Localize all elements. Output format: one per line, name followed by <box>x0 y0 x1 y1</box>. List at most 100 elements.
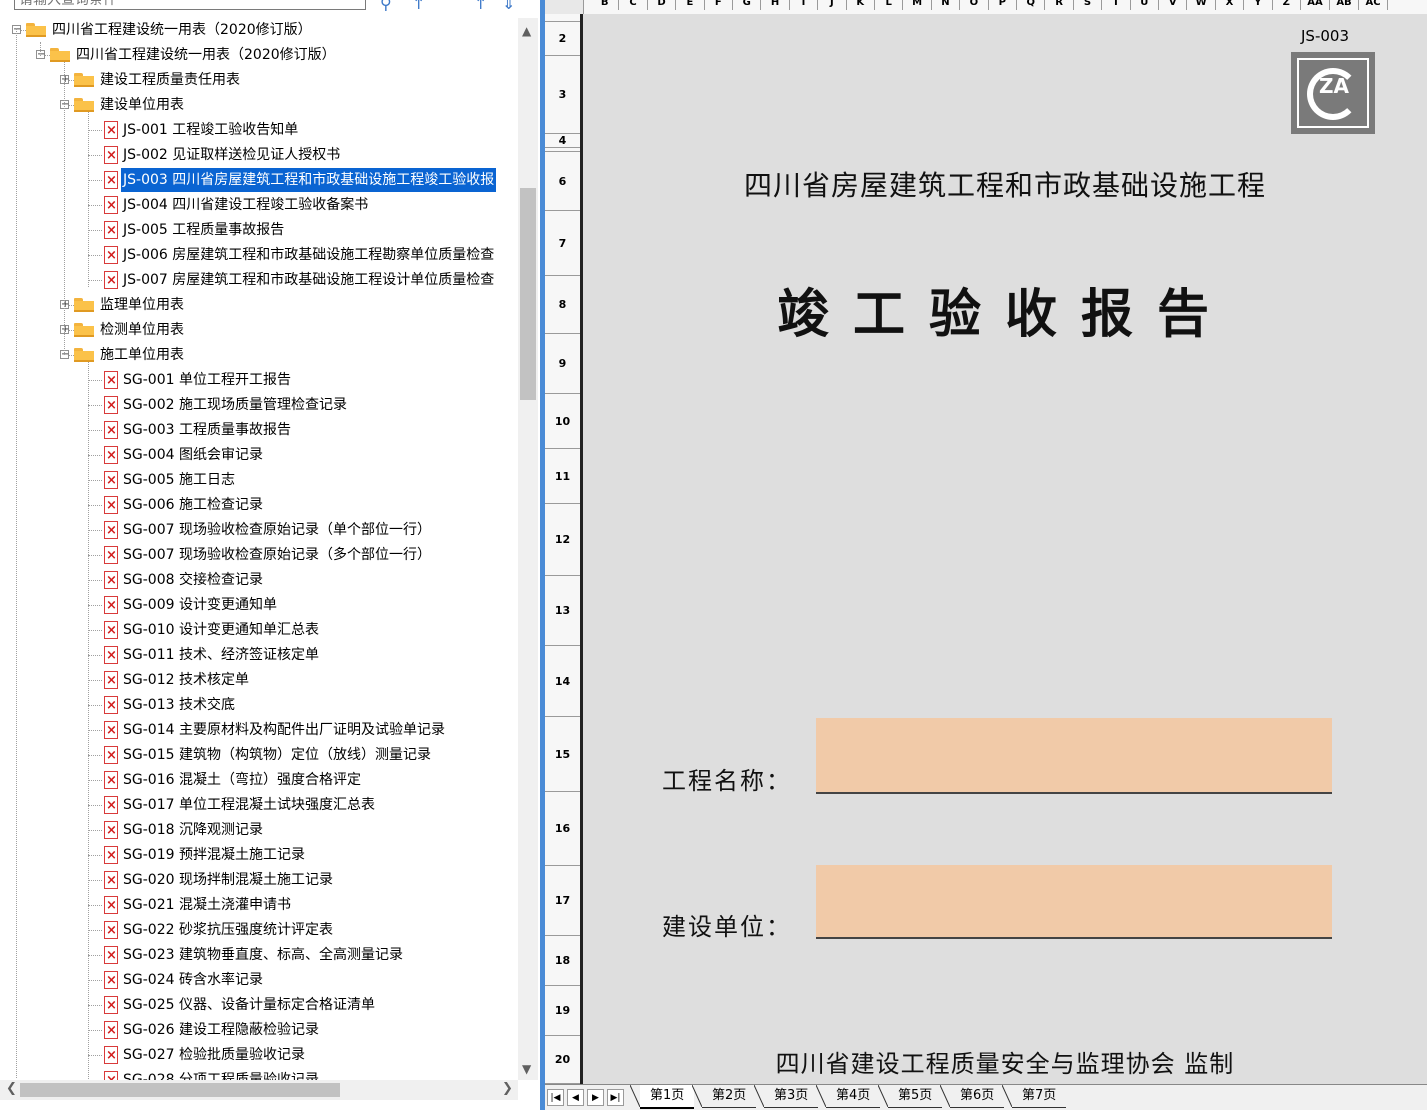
column-header-cell[interactable]: G <box>733 0 762 10</box>
tree-file-item[interactable]: SG-008 交接检查记录 <box>0 568 518 593</box>
row-header-cell[interactable]: 18 <box>545 936 580 986</box>
tree-file-item[interactable]: SG-021 混凝土浇灌申请书 <box>0 893 518 918</box>
column-header-cell[interactable]: Y <box>1244 0 1273 10</box>
arrow-down-icon[interactable]: ⇓ <box>502 0 515 13</box>
row-header-cell[interactable]: 17 <box>545 866 580 936</box>
sheet-tab[interactable]: 第1页 <box>640 1085 695 1109</box>
tree-file-item[interactable]: SG-025 仪器、设备计量标定合格证清单 <box>0 993 518 1018</box>
tree-file-item[interactable]: SG-010 设计变更通知单汇总表 <box>0 618 518 643</box>
scroll-left-icon[interactable]: ❮ <box>6 1081 17 1096</box>
column-header-cell[interactable]: J <box>818 0 847 10</box>
tree-file-item[interactable]: SG-016 混凝土（弯拉）强度合格评定 <box>0 768 518 793</box>
tree-file-item[interactable]: SG-007 现场验收检查原始记录（多个部位一行） <box>0 543 518 568</box>
tree-file-item[interactable]: SG-013 技术交底 <box>0 693 518 718</box>
builder-unit-field[interactable] <box>816 865 1332 939</box>
row-header-cell[interactable]: 8 <box>545 276 580 334</box>
row-header-cell[interactable]: 11 <box>545 449 580 504</box>
sheet-tab[interactable]: 第7页 <box>1012 1085 1067 1108</box>
tree-file-item[interactable]: SG-027 检验批质量验收记录 <box>0 1043 518 1068</box>
tree-file-item[interactable]: SG-023 建筑物垂直度、标高、全高测量记录 <box>0 943 518 968</box>
project-name-field[interactable] <box>816 718 1332 794</box>
column-header-cell[interactable]: F <box>705 0 733 10</box>
column-header-cell[interactable]: AB <box>1330 0 1359 10</box>
row-header-cell[interactable]: 2 <box>545 22 580 56</box>
sheet-tab[interactable]: 第4页 <box>826 1085 881 1108</box>
tree-folder-item[interactable]: + 监理单位用表 <box>0 293 518 318</box>
tree-file-item[interactable]: JS-006 房屋建筑工程和市政基础设施工程勘察单位质量检查 <box>0 243 518 268</box>
tree-folder-item[interactable]: + 检测单位用表 <box>0 318 518 343</box>
row-header-cell[interactable]: 3 <box>545 56 580 134</box>
scroll-down-icon[interactable]: ▼ <box>522 1062 531 1076</box>
column-header-cell[interactable]: M <box>903 0 932 10</box>
row-header-cell[interactable]: 20 <box>545 1036 580 1084</box>
tree-vertical-scrollbar[interactable]: ▲ ▼ <box>518 18 538 1080</box>
row-header-cell[interactable]: 10 <box>545 394 580 449</box>
tree-file-item[interactable]: SG-007 现场验收检查原始记录（单个部位一行） <box>0 518 518 543</box>
tree-file-item[interactable]: SG-004 图纸会审记录 <box>0 443 518 468</box>
tree-file-item[interactable]: JS-002 见证取样送检见证人授权书 <box>0 143 518 168</box>
prev-sheet-icon[interactable]: ◀ <box>567 1089 584 1106</box>
column-header-cell[interactable]: Z <box>1273 0 1301 10</box>
tree-folder-item[interactable]: + 建设工程质量责任用表 <box>0 68 518 93</box>
tree-file-item[interactable]: JS-007 房屋建筑工程和市政基础设施工程设计单位质量检查 <box>0 268 518 293</box>
tree-file-item[interactable]: SG-026 建设工程隐蔽检验记录 <box>0 1018 518 1043</box>
row-header-cell[interactable]: 13 <box>545 576 580 646</box>
tree-folder-item[interactable]: − 四川省工程建设统一用表（2020修订版） <box>0 43 518 68</box>
column-header-cell[interactable]: P <box>989 0 1017 10</box>
tree-folder-item[interactable]: − 四川省工程建设统一用表（2020修订版） <box>0 18 518 43</box>
column-header-cell[interactable]: B <box>591 0 620 10</box>
select-all-corner[interactable] <box>545 0 584 14</box>
tree-file-item[interactable]: SG-020 现场拌制混凝土施工记录 <box>0 868 518 893</box>
row-header-cell[interactable]: 6 <box>545 152 580 211</box>
column-header-cell[interactable]: W <box>1187 0 1216 10</box>
tree-file-item[interactable]: SG-017 单位工程混凝土试块强度汇总表 <box>0 793 518 818</box>
row-header-cell[interactable] <box>545 14 580 22</box>
tree-file-item[interactable]: SG-028 分项工程质量验收记录 <box>0 1068 518 1080</box>
column-header-cell[interactable]: AA <box>1301 0 1330 10</box>
tree-file-item[interactable]: SG-024 砖含水率记录 <box>0 968 518 993</box>
tree-file-item[interactable]: SG-009 设计变更通知单 <box>0 593 518 618</box>
tree-folder-item[interactable]: − 施工单位用表 <box>0 343 518 368</box>
first-sheet-icon[interactable]: |◀ <box>547 1089 564 1106</box>
tree-folder-item[interactable]: − 建设单位用表 <box>0 93 518 118</box>
column-header-cell[interactable]: AC <box>1359 0 1388 10</box>
tree-file-item[interactable]: SG-019 预拌混凝土施工记录 <box>0 843 518 868</box>
column-header-cell[interactable]: U <box>1131 0 1159 10</box>
sheet-tab[interactable]: 第3页 <box>764 1085 819 1108</box>
column-header-cell[interactable]: X <box>1216 0 1245 10</box>
tree-file-item[interactable]: SG-006 施工检查记录 <box>0 493 518 518</box>
column-header-cell[interactable]: Q <box>1017 0 1046 10</box>
last-sheet-icon[interactable]: ▶| <box>607 1089 624 1106</box>
row-header-cell[interactable]: 15 <box>545 717 580 792</box>
column-header-cell[interactable]: O <box>960 0 989 10</box>
search-input[interactable] <box>14 0 366 10</box>
column-header-cell[interactable]: V <box>1159 0 1188 10</box>
arrow-up-icon[interactable]: ↑ <box>474 0 487 13</box>
scroll-up-icon[interactable]: ▲ <box>522 24 531 38</box>
sheet-tab[interactable]: 第2页 <box>702 1085 757 1108</box>
next-sheet-icon[interactable]: ▶ <box>587 1089 604 1106</box>
row-header-cell[interactable]: 9 <box>545 334 580 394</box>
search-icon[interactable]: ⚲ <box>380 0 392 13</box>
arrow-up-icon[interactable]: ↑ <box>412 0 425 13</box>
tree-file-item[interactable]: JS-005 工程质量事故报告 <box>0 218 518 243</box>
tree-file-item[interactable]: SG-011 技术、经济签证核定单 <box>0 643 518 668</box>
column-header-cell[interactable]: E <box>676 0 705 10</box>
tree-file-item[interactable]: JS-001 工程竣工验收告知单 <box>0 118 518 143</box>
row-header-cell[interactable]: 16 <box>545 792 580 866</box>
column-header-cell[interactable]: D <box>648 0 677 10</box>
row-header-cell[interactable]: 14 <box>545 646 580 717</box>
tree-file-item[interactable]: SG-014 主要原材料及构配件出厂证明及试验单记录 <box>0 718 518 743</box>
scrollbar-thumb[interactable] <box>520 188 536 400</box>
tree-horizontal-scrollbar[interactable]: ❮ ❯ <box>0 1080 518 1100</box>
column-header-cell[interactable]: H <box>761 0 790 10</box>
tree-file-item[interactable]: SG-022 砂浆抗压强度统计评定表 <box>0 918 518 943</box>
tree-file-item[interactable]: SG-012 技术核定单 <box>0 668 518 693</box>
column-header-cell[interactable]: N <box>932 0 961 10</box>
tree-file-item[interactable]: SG-015 建筑物（构筑物）定位（放线）测量记录 <box>0 743 518 768</box>
column-header-cell[interactable]: I <box>790 0 819 10</box>
scroll-right-icon[interactable]: ❯ <box>502 1081 513 1096</box>
sheet-tab[interactable]: 第5页 <box>888 1085 943 1108</box>
tree-file-item[interactable]: SG-005 施工日志 <box>0 468 518 493</box>
column-header-cell[interactable]: T <box>1102 0 1131 10</box>
